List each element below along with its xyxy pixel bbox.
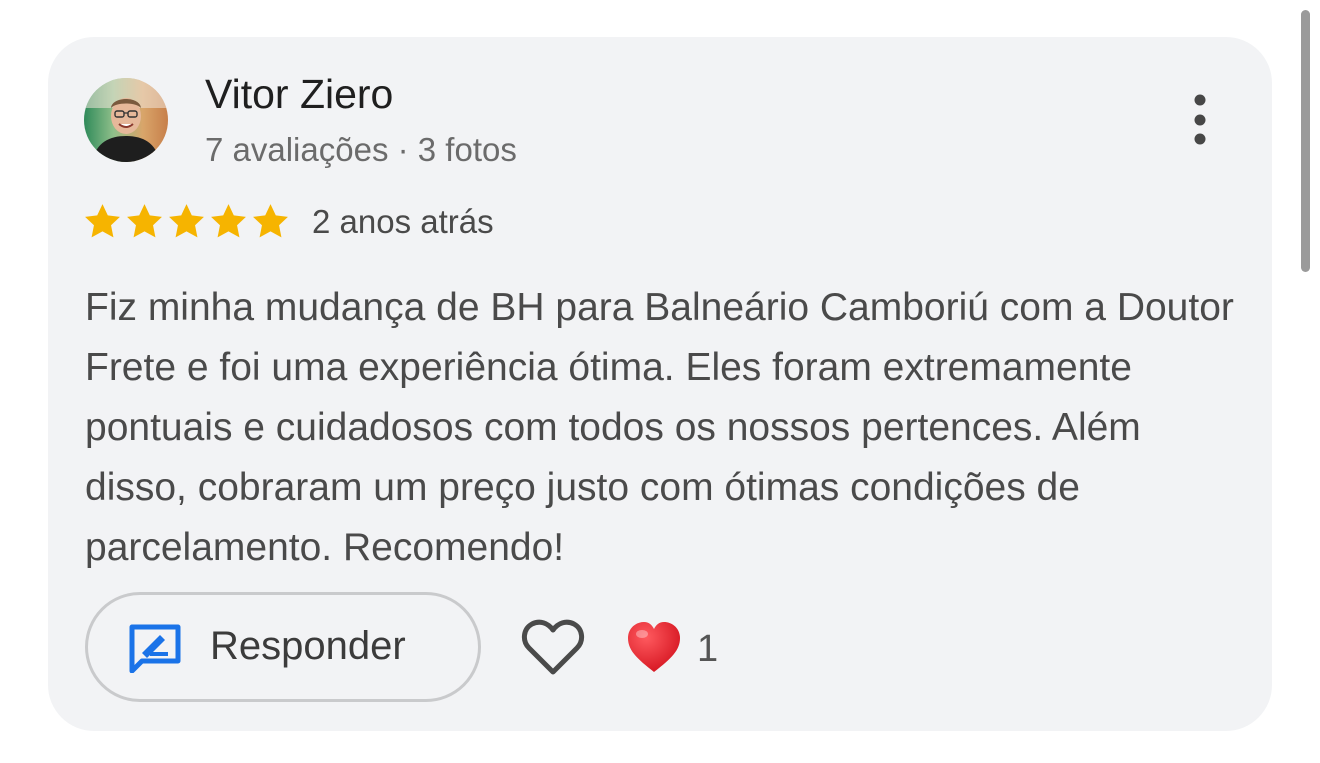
reply-edit-icon [129,624,181,673]
review-text: Fiz minha mudança de BH para Balneário C… [85,286,1234,569]
rating-stars [82,201,291,243]
reaction-count: 1 [697,628,719,670]
star-icon [127,204,162,238]
review-age: 2 anos atrás [312,203,494,240]
reply-button[interactable]: Responder [85,592,481,702]
star-icon [169,204,204,238]
star-icon [253,204,288,238]
more-options-button[interactable] [1180,94,1220,146]
page-scrollbar[interactable] [1301,10,1310,272]
heart-outline-icon [522,619,584,675]
like-button[interactable] [520,616,586,678]
star-icon [211,204,246,238]
reaction-heart[interactable] [626,620,682,674]
star-icon [85,204,120,238]
more-vertical-icon [1194,94,1206,145]
red-heart-icon [628,622,680,672]
reply-button-label: Responder [210,624,406,668]
avatar-image [84,78,168,162]
author-meta: 7 avaliações · 3 fotos [205,131,517,168]
author-avatar[interactable] [84,78,168,162]
author-name[interactable]: Vitor Ziero [205,71,393,118]
